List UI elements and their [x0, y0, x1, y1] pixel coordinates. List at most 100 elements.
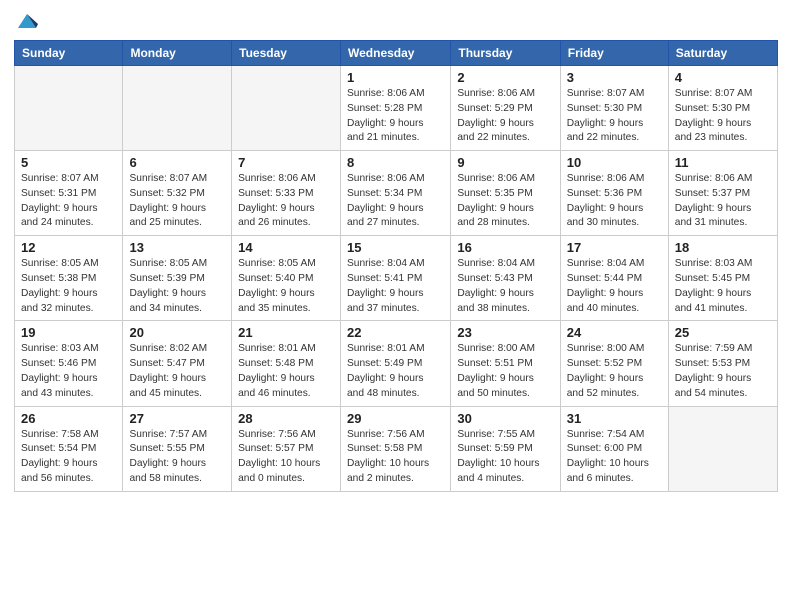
day-number: 5: [21, 155, 116, 170]
calendar-cell: 23Sunrise: 8:00 AM Sunset: 5:51 PM Dayli…: [451, 321, 560, 406]
day-number: 24: [567, 325, 662, 340]
calendar-cell: 3 Sunrise: 8:07 AM Sunset: 5:30 PM Daylig…: [560, 66, 668, 151]
day-number: 28: [238, 411, 334, 426]
page-header: [14, 10, 778, 32]
day-info: Sunrise: 8:06 AM Sunset: 5:28 PM Dayligh…: [347, 87, 444, 146]
day-number: 4: [675, 70, 771, 85]
calendar-cell: 16 Sunrise: 8:04 AM Sunset: 5:43 PM Dayli…: [451, 236, 560, 321]
day-number: 11: [675, 155, 771, 170]
day-info: Sunrise: 8:06 AM Sunset: 5:36 PM Dayligh…: [567, 172, 662, 231]
day-number: 20: [129, 325, 225, 340]
day-info: Sunrise: 8:07 AM Sunset: 5:30 PM Dayligh…: [567, 87, 662, 146]
calendar-cell: 29 Sunrise: 7:56 AM Sunset: 5:58 PM Dayli…: [341, 406, 451, 491]
calendar-cell: 21 Sunrise: 8:01 AM Sunset: 5:48 PM Dayli…: [232, 321, 341, 406]
calendar-cell: 25 Sunrise: 7:59 AM Sunset: 5:53 PM Dayli…: [668, 321, 777, 406]
calendar-cell: 5Sunrise: 8:07 AM Sunset: 5:31 PM Daylig…: [15, 151, 123, 236]
day-info: Sunrise: 8:03 AM Sunset: 5:46 PM Dayligh…: [21, 342, 116, 401]
day-number: 6: [129, 155, 225, 170]
week-row-1: 1Sunrise: 8:06 AM Sunset: 5:28 PM Daylig…: [15, 66, 778, 151]
week-row-2: 5Sunrise: 8:07 AM Sunset: 5:31 PM Daylig…: [15, 151, 778, 236]
day-info: Sunrise: 7:59 AM Sunset: 5:53 PM Dayligh…: [675, 342, 771, 401]
day-info: Sunrise: 8:06 AM Sunset: 5:34 PM Dayligh…: [347, 172, 444, 231]
logo-icon: [16, 10, 38, 32]
day-info: Sunrise: 7:58 AM Sunset: 5:54 PM Dayligh…: [21, 428, 116, 487]
calendar-cell: 31Sunrise: 7:54 AM Sunset: 6:00 PM Dayli…: [560, 406, 668, 491]
calendar-cell: 28 Sunrise: 7:56 AM Sunset: 5:57 PM Dayli…: [232, 406, 341, 491]
day-number: 16: [457, 240, 553, 255]
day-number: 13: [129, 240, 225, 255]
calendar-cell: 10 Sunrise: 8:06 AM Sunset: 5:36 PM Dayli…: [560, 151, 668, 236]
day-number: 12: [21, 240, 116, 255]
calendar-cell: 30Sunrise: 7:55 AM Sunset: 5:59 PM Dayli…: [451, 406, 560, 491]
weekday-header-sunday: Sunday: [15, 41, 123, 66]
day-info: Sunrise: 8:07 AM Sunset: 5:32 PM Dayligh…: [129, 172, 225, 231]
week-row-3: 12 Sunrise: 8:05 AM Sunset: 5:38 PM Dayli…: [15, 236, 778, 321]
day-info: Sunrise: 8:00 AM Sunset: 5:52 PM Dayligh…: [567, 342, 662, 401]
calendar-cell: 2Sunrise: 8:06 AM Sunset: 5:29 PM Daylig…: [451, 66, 560, 151]
weekday-header-friday: Friday: [560, 41, 668, 66]
day-info: Sunrise: 8:04 AM Sunset: 5:41 PM Dayligh…: [347, 257, 444, 316]
day-number: 25: [675, 325, 771, 340]
day-number: 30: [457, 411, 553, 426]
day-info: Sunrise: 8:00 AM Sunset: 5:51 PM Dayligh…: [457, 342, 553, 401]
weekday-header-monday: Monday: [123, 41, 232, 66]
day-info: Sunrise: 8:05 AM Sunset: 5:38 PM Dayligh…: [21, 257, 116, 316]
day-info: Sunrise: 8:06 AM Sunset: 5:29 PM Dayligh…: [457, 87, 553, 146]
day-number: 14: [238, 240, 334, 255]
week-row-4: 19 Sunrise: 8:03 AM Sunset: 5:46 PM Dayli…: [15, 321, 778, 406]
weekday-header-tuesday: Tuesday: [232, 41, 341, 66]
day-info: Sunrise: 7:54 AM Sunset: 6:00 PM Dayligh…: [567, 428, 662, 487]
day-number: 27: [129, 411, 225, 426]
day-info: Sunrise: 8:01 AM Sunset: 5:49 PM Dayligh…: [347, 342, 444, 401]
day-number: 19: [21, 325, 116, 340]
calendar-cell: 26 Sunrise: 7:58 AM Sunset: 5:54 PM Dayli…: [15, 406, 123, 491]
day-number: 26: [21, 411, 116, 426]
calendar-cell: [668, 406, 777, 491]
day-info: Sunrise: 8:07 AM Sunset: 5:30 PM Dayligh…: [675, 87, 771, 146]
calendar-cell: 7Sunrise: 8:06 AM Sunset: 5:33 PM Daylig…: [232, 151, 341, 236]
day-info: Sunrise: 8:05 AM Sunset: 5:40 PM Dayligh…: [238, 257, 334, 316]
day-info: Sunrise: 8:01 AM Sunset: 5:48 PM Dayligh…: [238, 342, 334, 401]
day-info: Sunrise: 7:56 AM Sunset: 5:58 PM Dayligh…: [347, 428, 444, 487]
weekday-header-wednesday: Wednesday: [341, 41, 451, 66]
day-info: Sunrise: 8:05 AM Sunset: 5:39 PM Dayligh…: [129, 257, 225, 316]
day-info: Sunrise: 8:06 AM Sunset: 5:35 PM Dayligh…: [457, 172, 553, 231]
calendar-cell: 8 Sunrise: 8:06 AM Sunset: 5:34 PM Daylig…: [341, 151, 451, 236]
calendar-cell: 17 Sunrise: 8:04 AM Sunset: 5:44 PM Dayli…: [560, 236, 668, 321]
calendar-cell: [123, 66, 232, 151]
weekday-header-saturday: Saturday: [668, 41, 777, 66]
day-info: Sunrise: 7:57 AM Sunset: 5:55 PM Dayligh…: [129, 428, 225, 487]
day-info: Sunrise: 8:06 AM Sunset: 5:37 PM Dayligh…: [675, 172, 771, 231]
calendar-cell: [232, 66, 341, 151]
calendar-cell: 4 Sunrise: 8:07 AM Sunset: 5:30 PM Daylig…: [668, 66, 777, 151]
day-number: 8: [347, 155, 444, 170]
calendar-cell: 9Sunrise: 8:06 AM Sunset: 5:35 PM Daylig…: [451, 151, 560, 236]
calendar-cell: 18 Sunrise: 8:03 AM Sunset: 5:45 PM Dayli…: [668, 236, 777, 321]
calendar-cell: 1Sunrise: 8:06 AM Sunset: 5:28 PM Daylig…: [341, 66, 451, 151]
calendar-cell: 6 Sunrise: 8:07 AM Sunset: 5:32 PM Daylig…: [123, 151, 232, 236]
day-number: 18: [675, 240, 771, 255]
day-number: 15: [347, 240, 444, 255]
day-number: 17: [567, 240, 662, 255]
weekday-header-row: SundayMondayTuesdayWednesdayThursdayFrid…: [15, 41, 778, 66]
calendar: SundayMondayTuesdayWednesdayThursdayFrid…: [14, 40, 778, 492]
day-number: 10: [567, 155, 662, 170]
day-info: Sunrise: 8:02 AM Sunset: 5:47 PM Dayligh…: [129, 342, 225, 401]
day-number: 21: [238, 325, 334, 340]
day-info: Sunrise: 8:04 AM Sunset: 5:43 PM Dayligh…: [457, 257, 553, 316]
day-number: 3: [567, 70, 662, 85]
logo: [14, 10, 38, 32]
calendar-cell: 11 Sunrise: 8:06 AM Sunset: 5:37 PM Dayli…: [668, 151, 777, 236]
day-number: 29: [347, 411, 444, 426]
day-info: Sunrise: 8:06 AM Sunset: 5:33 PM Dayligh…: [238, 172, 334, 231]
week-row-5: 26 Sunrise: 7:58 AM Sunset: 5:54 PM Dayli…: [15, 406, 778, 491]
calendar-cell: 12 Sunrise: 8:05 AM Sunset: 5:38 PM Dayli…: [15, 236, 123, 321]
calendar-cell: 19 Sunrise: 8:03 AM Sunset: 5:46 PM Dayli…: [15, 321, 123, 406]
calendar-cell: 24 Sunrise: 8:00 AM Sunset: 5:52 PM Dayli…: [560, 321, 668, 406]
calendar-cell: 14 Sunrise: 8:05 AM Sunset: 5:40 PM Dayli…: [232, 236, 341, 321]
calendar-cell: 20 Sunrise: 8:02 AM Sunset: 5:47 PM Dayli…: [123, 321, 232, 406]
day-info: Sunrise: 7:56 AM Sunset: 5:57 PM Dayligh…: [238, 428, 334, 487]
day-number: 22: [347, 325, 444, 340]
day-info: Sunrise: 8:03 AM Sunset: 5:45 PM Dayligh…: [675, 257, 771, 316]
day-info: Sunrise: 8:04 AM Sunset: 5:44 PM Dayligh…: [567, 257, 662, 316]
